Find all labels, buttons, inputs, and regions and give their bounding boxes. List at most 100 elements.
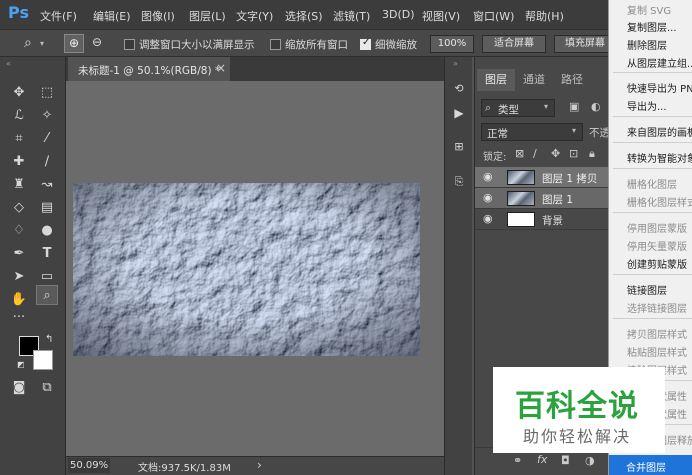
menu-item-paste-layer-style[interactable]: 粘贴图层样式 (627, 344, 687, 359)
menu-item-rasterize-layer[interactable]: 栅格化图层 (627, 176, 677, 191)
properties-panel-icon[interactable]: ⎘ (448, 172, 470, 192)
menu-item-convert-smart-object[interactable]: 转换为智能对象 (627, 150, 692, 165)
adjustment-icon[interactable]: ◑ (585, 454, 595, 467)
menu-item-create-clipping-mask[interactable]: 创建剪贴蒙版 (627, 256, 687, 271)
lock-all-icon[interactable]: 🔒︎ (589, 147, 595, 161)
menu-image[interactable]: 图像(I) (141, 8, 175, 24)
menu-file[interactable]: 文件(F) (40, 8, 77, 24)
pen-tool-icon[interactable]: ✒ (8, 244, 30, 264)
layer-row[interactable]: ◉ 图层 1 (475, 188, 615, 209)
menu-edit[interactable]: 编辑(E) (93, 8, 131, 24)
menu-item-group-from-layers[interactable]: 从图层建立组... (627, 55, 692, 70)
status-arrow-icon[interactable]: › (257, 458, 262, 472)
gradient-tool-icon[interactable]: ▤ (36, 198, 58, 218)
type-tool-icon[interactable]: T (36, 244, 58, 264)
document-canvas[interactable] (73, 183, 420, 356)
default-colors-icon[interactable]: ◩ (17, 360, 25, 369)
tab-channels[interactable]: 通道 (515, 69, 553, 91)
quick-mask-icon[interactable]: ◙ (8, 378, 30, 398)
visibility-eye-icon[interactable]: ◉ (483, 191, 493, 204)
scrubby-zoom-checkbox[interactable] (360, 37, 371, 50)
tab-paths[interactable]: 路径 (553, 69, 591, 91)
menu-item-export-as[interactable]: 导出为... (627, 98, 667, 113)
move-tool-icon[interactable]: ✥ (8, 83, 30, 103)
fx-icon[interactable]: fx (537, 453, 547, 466)
stamp-tool-icon[interactable]: ♜ (8, 175, 30, 195)
zoom-out-icon[interactable]: ⊖ (88, 34, 106, 53)
expand-icon[interactable]: » (453, 59, 458, 68)
layer-row[interactable]: ◉ 背景 (475, 209, 615, 230)
screen-mode-icon[interactable]: ⧉ (36, 378, 58, 398)
menu-item-artboard-from-layers[interactable]: 来自图层的画板... (627, 124, 692, 139)
menu-filter[interactable]: 滤镜(T) (333, 8, 370, 24)
canvas-area[interactable] (66, 81, 466, 456)
dodge-tool-icon[interactable]: ● (36, 221, 58, 241)
menu-item-delete-layer[interactable]: 删除图层 (627, 37, 667, 52)
hand-tool-icon[interactable]: ✋ (8, 290, 30, 310)
lasso-tool-icon[interactable]: ℒ (8, 106, 30, 126)
lock-artboard-icon[interactable]: ⊡ (569, 147, 578, 160)
zoom-all-checkbox[interactable] (270, 39, 281, 50)
visibility-eye-icon[interactable]: ◉ (483, 170, 493, 183)
swap-colors-icon[interactable]: ↰ (45, 334, 53, 345)
more-tools-icon[interactable]: ··· (8, 308, 30, 328)
menu-item-rasterize-layer-style[interactable]: 栅格化图层样式 (627, 194, 692, 209)
marquee-tool-icon[interactable]: ⬚ (36, 83, 58, 103)
tab-layers[interactable]: 图层 (477, 69, 515, 91)
menu-item-duplicate-layer[interactable]: 复制图层... (627, 19, 677, 34)
blur-tool-icon[interactable]: ♢ (8, 221, 30, 241)
eraser-tool-icon[interactable]: ◇ (8, 198, 30, 218)
shape-tool-icon[interactable]: ▭ (36, 267, 58, 287)
menu-3d[interactable]: 3D(D) (382, 8, 415, 21)
brush-tool-icon[interactable]: ∕ (36, 152, 58, 172)
menu-select[interactable]: 选择(S) (285, 8, 323, 24)
healing-brush-icon[interactable]: ✚ (8, 152, 30, 172)
menu-layer[interactable]: 图层(L) (189, 8, 226, 24)
image-filter-icon[interactable]: ▣ (569, 100, 579, 113)
path-select-icon[interactable]: ➤ (8, 267, 30, 287)
visibility-eye-icon[interactable]: ◉ (483, 212, 493, 225)
history-brush-icon[interactable]: ↝ (36, 175, 58, 195)
menu-window[interactable]: 窗口(W) (473, 8, 514, 24)
zoom-100-button[interactable]: 100% (430, 35, 474, 53)
lock-position-icon[interactable]: ✥ (551, 147, 560, 160)
menu-item-copy-svg[interactable]: 复制 SVG (627, 2, 671, 17)
menu-item-disable-vector-mask[interactable]: 停用矢量蒙版 (627, 238, 687, 253)
menu-help[interactable]: 帮助(H) (525, 8, 564, 24)
zoom-tool-icon[interactable]: ⌕ (24, 35, 32, 51)
menu-item-disable-layer-mask[interactable]: 停用图层蒙版 (627, 220, 687, 235)
close-icon[interactable]: × (216, 61, 226, 75)
magic-wand-icon[interactable]: ✧ (36, 106, 58, 126)
layer-row[interactable]: ◉ 图层 1 拷贝 (475, 167, 615, 188)
fit-screen-button[interactable]: 适合屏幕 (482, 35, 546, 53)
lock-image-icon[interactable]: ∕ (533, 147, 537, 160)
zoom-in-icon[interactable]: ⊕ (64, 34, 84, 53)
adjustment-filter-icon[interactable]: ◐ (591, 100, 601, 113)
tool-preset-chevron-icon[interactable]: ▾ (40, 39, 44, 48)
menu-item-merge-layers[interactable]: 合并图层 (609, 455, 692, 475)
mask-icon[interactable]: ◘ (561, 454, 570, 467)
menu-item-quick-export[interactable]: 快速导出为 PNG (627, 80, 692, 95)
menu-view[interactable]: 视图(V) (422, 8, 460, 24)
menu-item-copy-layer-style[interactable]: 拷贝图层样式 (627, 326, 687, 341)
menu-item-link-layers[interactable]: 链接图层 (627, 282, 667, 297)
background-color-swatch[interactable] (33, 350, 53, 370)
resize-windows-checkbox[interactable] (124, 39, 135, 50)
blend-mode-select[interactable]: 正常 ▾ (481, 123, 583, 141)
document-tab[interactable]: 未标题-1 @ 50.1%(RGB/8) * × (68, 57, 230, 81)
eyedropper-icon[interactable]: ⁄ (36, 129, 58, 149)
layer-thumbnail (507, 212, 535, 227)
menu-item-select-linked-layers[interactable]: 选择链接图层 (627, 300, 687, 315)
crop-tool-icon[interactable]: ⌗ (8, 129, 30, 149)
adjustments-panel-icon[interactable]: ⊞ (448, 137, 470, 157)
history-panel-icon[interactable]: ⟲ (448, 79, 470, 99)
actions-panel-icon[interactable]: ▶ (448, 103, 470, 123)
lock-pixels-icon[interactable]: ⊠ (515, 147, 524, 160)
fill-screen-button[interactable]: 填充屏幕 (554, 35, 612, 53)
link-icon[interactable]: ⚭ (513, 454, 522, 467)
filter-kind-select[interactable]: ⌕ 类型 ▾ (481, 99, 555, 117)
menu-type[interactable]: 文字(Y) (236, 8, 273, 24)
collapse-icon[interactable]: « (6, 59, 11, 68)
zoom-tool-icon[interactable]: ⌕ (36, 285, 58, 305)
zoom-level-field[interactable]: 50.09% (68, 458, 110, 473)
